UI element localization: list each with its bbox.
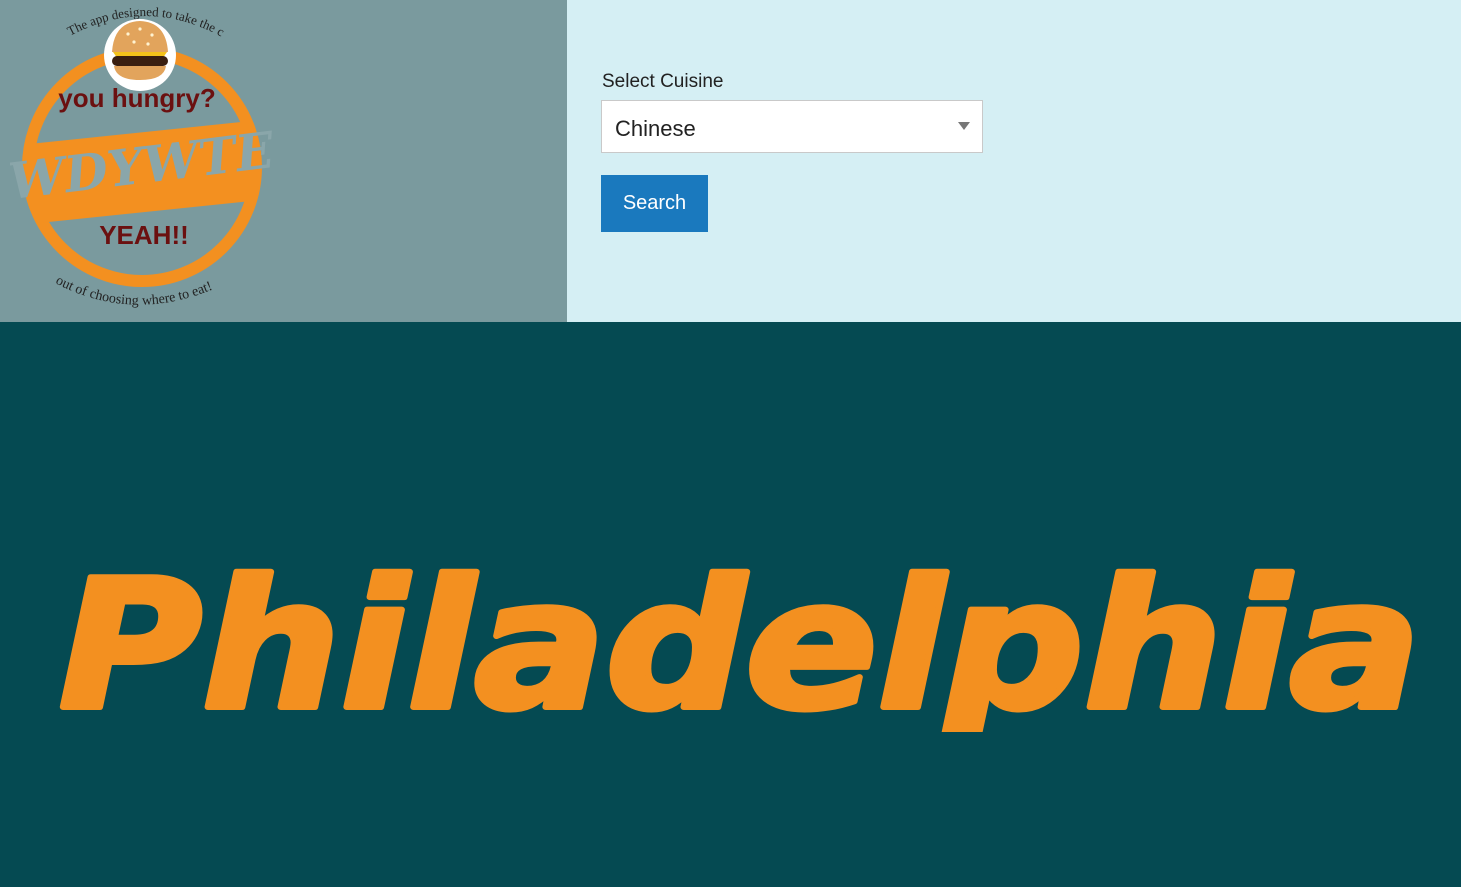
cuisine-select-value: Chinese	[615, 116, 696, 141]
search-panel	[567, 0, 1461, 322]
page: The app designed to take the chore WDYWT…	[0, 0, 1461, 887]
cuisine-label: Select Cuisine	[602, 71, 724, 92]
chevron-down-icon	[958, 122, 970, 130]
cuisine-select[interactable]: Chinese	[601, 100, 983, 153]
search-button[interactable]: Search	[601, 175, 708, 232]
city-title: Philadelphia	[56, 539, 1424, 732]
app-logo: The app designed to take the chore WDYWT…	[10, 0, 278, 309]
logo-panel: The app designed to take the chore WDYWT…	[0, 0, 567, 322]
burger-icon	[104, 19, 176, 91]
logo-line-yeah: YEAH!!	[99, 220, 189, 250]
city-name: Philadelphia	[59, 542, 1421, 732]
